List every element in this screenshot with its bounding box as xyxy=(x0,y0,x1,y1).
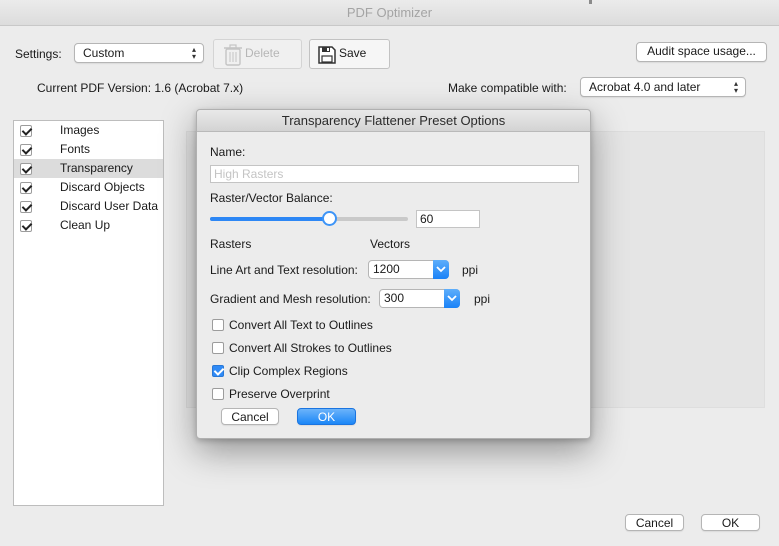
vectors-label: Vectors xyxy=(370,237,411,251)
titlebar-divider xyxy=(589,0,592,4)
settings-value: Custom xyxy=(83,46,125,60)
discard-user-data-checkbox[interactable] xyxy=(20,201,32,213)
delete-button[interactable]: Delete xyxy=(213,39,302,69)
dialog-cancel-button[interactable]: Cancel xyxy=(221,408,279,425)
preserve-overprint-checkbox[interactable] xyxy=(212,388,224,400)
clip-complex-label: Clip Complex Regions xyxy=(229,364,348,378)
sidebar-item-label: Clean Up xyxy=(60,218,111,232)
transparency-checkbox[interactable] xyxy=(20,163,32,175)
settings-label: Settings: xyxy=(15,47,62,61)
balance-slider[interactable] xyxy=(210,211,408,226)
sidebar-item-label: Images xyxy=(60,123,100,137)
compat-label: Make compatible with: xyxy=(448,81,567,95)
compat-value: Acrobat 4.0 and later xyxy=(589,80,701,94)
cancel-button[interactable]: Cancel xyxy=(625,514,684,531)
clean-up-checkbox[interactable] xyxy=(20,220,32,232)
images-checkbox[interactable] xyxy=(20,125,32,137)
delete-label: Delete xyxy=(245,46,280,60)
sidebar-item-discard-user-data[interactable]: Discard User Data xyxy=(14,197,163,216)
save-button[interactable]: Save xyxy=(309,39,390,69)
sidebar-item-label: Transparency xyxy=(60,161,133,175)
fonts-checkbox[interactable] xyxy=(20,144,32,156)
save-label: Save xyxy=(339,46,367,60)
dialog-title: Transparency Flattener Preset Options xyxy=(197,110,590,132)
line-art-label: Line Art and Text resolution: xyxy=(210,263,358,277)
name-label: Name: xyxy=(210,145,246,159)
clip-complex-checkbox[interactable] xyxy=(212,365,224,377)
slider-knob[interactable] xyxy=(322,211,337,226)
chevron-down-icon xyxy=(436,266,446,273)
sidebar-item-transparency[interactable]: Transparency xyxy=(14,159,163,178)
sidebar-item-discard-objects[interactable]: Discard Objects xyxy=(14,178,163,197)
convert-text-checkbox[interactable] xyxy=(212,319,224,331)
preserve-overprint-label: Preserve Overprint xyxy=(229,387,330,401)
convert-strokes-label: Convert All Strokes to Outlines xyxy=(229,341,392,355)
gradient-unit: ppi xyxy=(474,292,491,306)
compat-popup[interactable]: Acrobat 4.0 and later ▴ ▾ xyxy=(580,77,746,97)
name-input[interactable]: High Rasters xyxy=(210,165,579,183)
convert-strokes-checkbox[interactable] xyxy=(212,342,224,354)
line-art-resolution-combo[interactable]: 1200 xyxy=(368,260,449,279)
sidebar-item-label: Discard Objects xyxy=(60,180,145,194)
sidebar-item-label: Fonts xyxy=(60,142,91,156)
sidebar-item-images[interactable]: Images xyxy=(14,121,163,140)
gradient-resolution-combo[interactable]: 300 xyxy=(379,289,460,308)
balance-value-input[interactable]: 60 xyxy=(416,210,480,228)
convert-text-label: Convert All Text to Outlines xyxy=(229,318,373,332)
dialog-ok-button[interactable]: OK xyxy=(297,408,356,425)
popup-arrows-icon: ▴ ▾ xyxy=(733,79,738,95)
line-art-unit: ppi xyxy=(462,263,479,277)
line-art-value: 1200 xyxy=(373,262,400,276)
settings-popup[interactable]: Custom ▴ ▾ xyxy=(74,43,204,63)
chevron-down-icon xyxy=(447,295,457,302)
optimizer-sidebar: Images Fonts Transparency Discard Object… xyxy=(13,120,164,506)
window-title: PDF Optimizer xyxy=(0,0,779,26)
current-pdf-version: Current PDF Version: 1.6 (Acrobat 7.x) xyxy=(37,81,244,95)
trash-icon xyxy=(224,44,242,66)
sidebar-item-label: Discard User Data xyxy=(60,199,159,213)
sidebar-item-fonts[interactable]: Fonts xyxy=(14,140,163,159)
slider-fill xyxy=(210,217,329,221)
sidebar-item-clean-up[interactable]: Clean Up xyxy=(14,216,163,235)
line-art-dropdown[interactable] xyxy=(433,260,449,279)
ok-button[interactable]: OK xyxy=(701,514,760,531)
gradient-value: 300 xyxy=(384,291,405,305)
audit-space-button[interactable]: Audit space usage... xyxy=(636,42,767,62)
balance-label: Raster/Vector Balance: xyxy=(210,191,333,205)
discard-objects-checkbox[interactable] xyxy=(20,182,32,194)
gradient-dropdown[interactable] xyxy=(444,289,460,308)
rasters-label: Rasters xyxy=(210,237,252,251)
popup-arrows-icon: ▴ ▾ xyxy=(191,45,196,61)
flattener-preset-dialog: Transparency Flattener Preset Options Na… xyxy=(196,109,591,439)
pdf-optimizer-window: PDF Optimizer Settings: Custom ▴ ▾ Delete… xyxy=(0,0,779,546)
gradient-label: Gradient and Mesh resolution: xyxy=(210,292,371,306)
save-disk-icon xyxy=(318,46,336,64)
